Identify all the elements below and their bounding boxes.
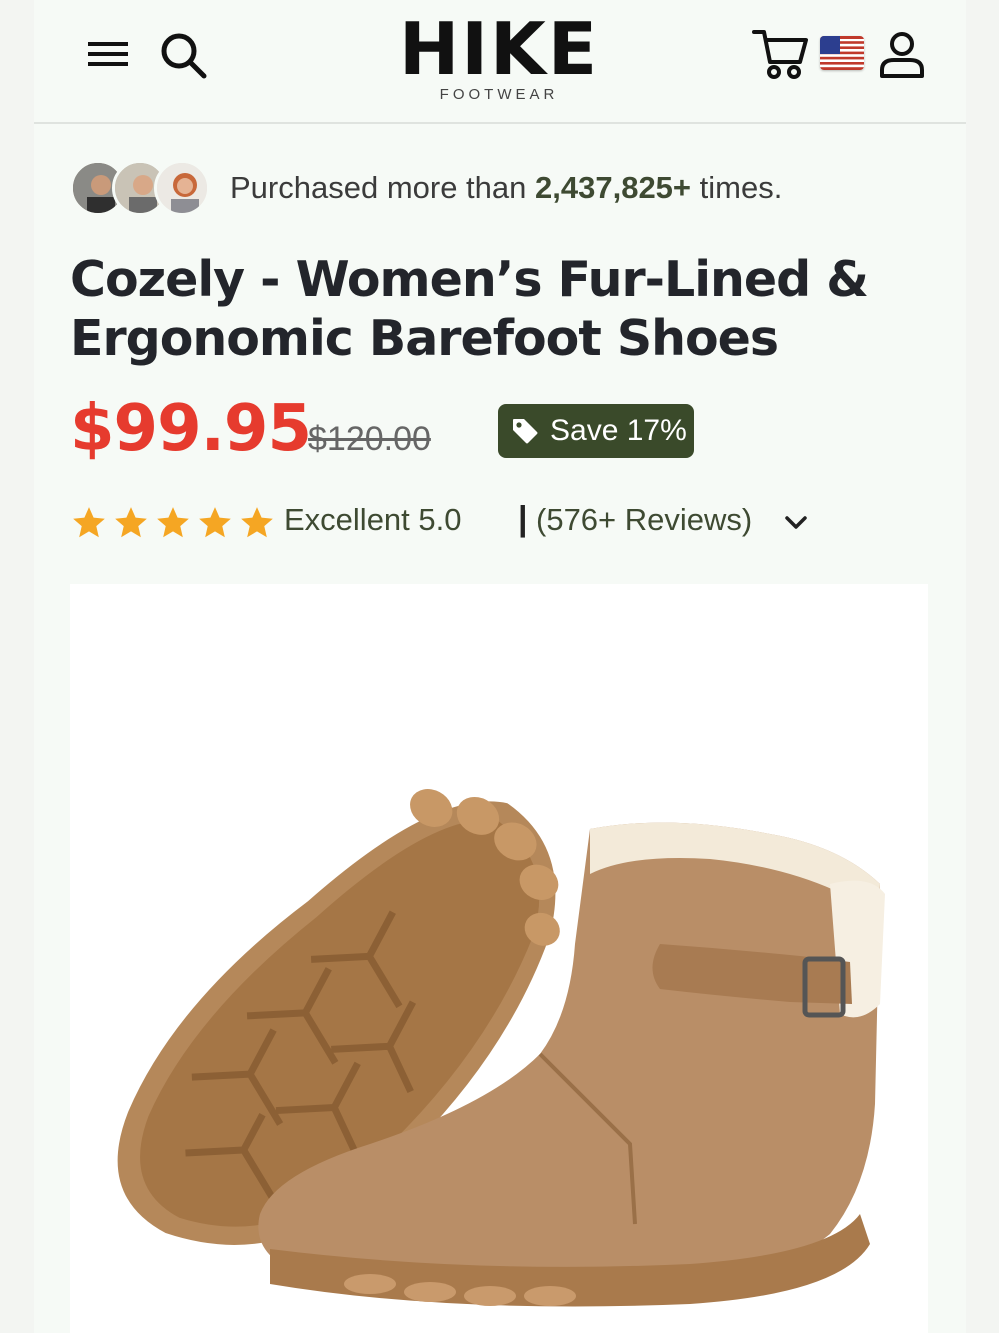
us-flag-icon[interactable] bbox=[820, 36, 864, 70]
save-label: Save 17% bbox=[550, 414, 687, 447]
star-icon bbox=[70, 504, 108, 542]
purchase-prefix: Purchased more than bbox=[230, 170, 536, 205]
cart-icon[interactable] bbox=[752, 26, 810, 82]
purchase-count-text: Purchased more than 2,437,825+ times. bbox=[230, 170, 782, 206]
customer-avatars bbox=[70, 160, 216, 218]
rating-separator: | bbox=[518, 500, 528, 538]
logo-wordmark: HIKE bbox=[398, 7, 600, 91]
reviews-link[interactable]: (576+ Reviews) bbox=[536, 502, 752, 538]
rating-row: Excellent 5.0 | (576+ Reviews) bbox=[70, 498, 930, 548]
compare-price: $120.00 bbox=[308, 420, 431, 458]
star-icon bbox=[238, 504, 276, 542]
menu-icon[interactable] bbox=[86, 36, 130, 72]
product-image[interactable] bbox=[70, 584, 928, 1333]
price-row: $99.95 $120.00 Save 17% bbox=[70, 392, 930, 472]
social-proof: Purchased more than 2,437,825+ times. bbox=[70, 158, 930, 220]
chevron-down-icon[interactable] bbox=[782, 508, 810, 536]
purchase-count: 2,437,825+ bbox=[535, 170, 692, 205]
star-icon bbox=[154, 504, 192, 542]
product-title: Cozely - Women’s Fur-Lined & Ergonomic B… bbox=[70, 251, 869, 367]
rating-label: Excellent 5.0 bbox=[284, 502, 462, 537]
sale-price: $99.95 bbox=[70, 392, 312, 466]
tag-icon bbox=[510, 416, 540, 446]
star-rating bbox=[70, 504, 280, 544]
product-page: HIKE FOOTWEAR Purchased more than 2,437,… bbox=[34, 0, 966, 1333]
star-icon bbox=[112, 504, 150, 542]
search-icon[interactable] bbox=[156, 28, 212, 84]
star-icon bbox=[196, 504, 234, 542]
product-gallery[interactable] bbox=[70, 584, 928, 1333]
purchase-suffix: times. bbox=[691, 170, 783, 205]
site-logo[interactable]: HIKE FOOTWEAR bbox=[384, 10, 614, 103]
site-header: HIKE FOOTWEAR bbox=[34, 0, 966, 124]
save-badge: Save 17% bbox=[498, 404, 694, 458]
avatar bbox=[154, 160, 210, 216]
user-icon[interactable] bbox=[878, 30, 926, 80]
